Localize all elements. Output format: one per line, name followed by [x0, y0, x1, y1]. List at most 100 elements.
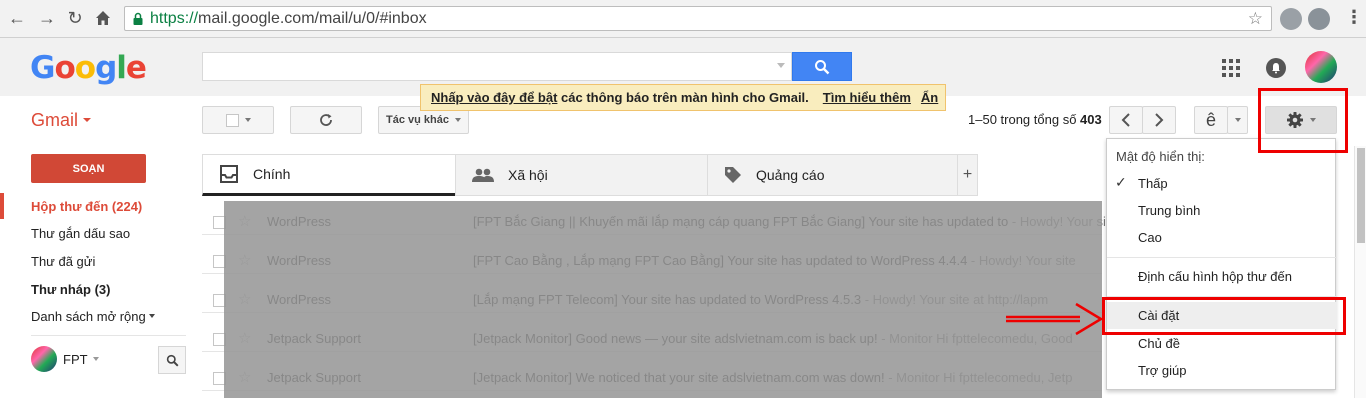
- sidebar-item-inbox[interactable]: Hộp thư đến (224): [0, 193, 190, 219]
- google-logo[interactable]: Google: [30, 50, 147, 86]
- hangouts-account[interactable]: FPT: [31, 346, 99, 372]
- desktop-notification-banner: Nhấp vào đây để bật các thông báo trên m…: [420, 84, 946, 111]
- account-avatar[interactable]: [1305, 51, 1337, 83]
- menu-item-label: Chủ đề: [1138, 336, 1180, 351]
- tab-label: Chính: [253, 166, 291, 182]
- menu-item-label: Cao: [1138, 230, 1162, 245]
- dismiss-link[interactable]: Ẩn: [921, 90, 938, 105]
- sidebar-item-sent[interactable]: Thư đã gửi: [0, 248, 190, 274]
- search-input[interactable]: [202, 52, 792, 81]
- inbox-icon: [219, 165, 239, 183]
- browser-menu-icon[interactable]: ⋮: [1345, 7, 1363, 28]
- older-button[interactable]: [1142, 106, 1176, 134]
- extension-icon[interactable]: [1280, 8, 1302, 30]
- tag-icon: [724, 166, 742, 184]
- help-item[interactable]: Trợ giúp: [1107, 357, 1337, 384]
- tab-promotions[interactable]: Quảng cáo: [707, 154, 958, 196]
- search-icon: [815, 59, 830, 74]
- sidebar-item-drafts[interactable]: Thư nháp (3): [0, 276, 190, 302]
- logo-letter: o: [74, 50, 96, 86]
- refresh-button[interactable]: [290, 106, 362, 134]
- browser-toolbar: ← → ↻ https://mail.google.com/mail/u/0/#…: [0, 0, 1366, 38]
- gear-highlight-box: [1258, 88, 1348, 153]
- chevron-down-icon: [83, 118, 92, 122]
- tab-label: Quảng cáo: [756, 167, 825, 183]
- home-icon[interactable]: [92, 7, 114, 29]
- notifications-bell-icon[interactable]: [1266, 58, 1286, 78]
- redacted-overlay: [224, 201, 1102, 398]
- sidebar-item-starred[interactable]: Thư gắn dấu sao: [0, 220, 190, 246]
- logo-letter: o: [54, 50, 75, 86]
- pagination-count: 1–50 trong tổng số 403: [968, 112, 1102, 127]
- input-tools-button[interactable]: ê: [1194, 106, 1228, 134]
- chevron-down-icon: [148, 314, 155, 318]
- address-bar[interactable]: https://mail.google.com/mail/u/0/#inbox …: [124, 6, 1272, 31]
- back-icon[interactable]: ←: [6, 7, 28, 29]
- hangouts-search-button[interactable]: [158, 346, 186, 374]
- select-checkbox[interactable]: [225, 113, 239, 127]
- search-button[interactable]: [792, 52, 852, 81]
- menu-item-label: Thấp: [1138, 176, 1168, 191]
- chevron-down-icon: [1234, 118, 1241, 122]
- sidebar-item-label: Thư đã gửi: [31, 253, 96, 269]
- density-comfortable[interactable]: Cao: [1107, 224, 1337, 251]
- count-range: 1–50 trong tổng số: [968, 112, 1081, 127]
- people-icon: [472, 168, 494, 182]
- input-tools-dropdown[interactable]: [1227, 106, 1248, 134]
- enable-notifications-link[interactable]: Nhấp vào đây để bật: [431, 90, 557, 105]
- sidebar-item-label: Hộp thư đến (224): [31, 198, 143, 214]
- compose-label: SOẠN: [72, 162, 105, 175]
- menu-item-label: Trung bình: [1138, 203, 1201, 218]
- inbox-tabs: Chính Xã hội Quảng cáo: [202, 154, 978, 196]
- count-total: 403: [1080, 112, 1102, 127]
- chevron-left-icon: [1121, 113, 1130, 127]
- forward-icon[interactable]: →: [36, 7, 58, 29]
- apps-grid-icon[interactable]: [1222, 59, 1240, 77]
- extension-globe-icon[interactable]: [1308, 8, 1330, 30]
- chevron-down-icon: [454, 118, 461, 122]
- scrollbar-thumb[interactable]: [1357, 148, 1365, 243]
- checkmark-icon: ✓: [1115, 174, 1127, 190]
- tab-label: Xã hội: [508, 167, 548, 183]
- sidebar-item-more[interactable]: Danh sách mở rộng: [0, 303, 190, 329]
- menu-item-label: Định cấu hình hộp thư đến: [1138, 269, 1292, 284]
- notification-text: các thông báo trên màn hình cho Gmail.: [557, 90, 809, 105]
- gmail-label: Gmail: [31, 110, 79, 130]
- settings-menu: Mật độ hiển thị: ✓ Thấp Trung bình Cao Đị…: [1106, 138, 1337, 390]
- menu-item-label: Trợ giúp: [1138, 363, 1187, 378]
- hangouts-avatar: [31, 346, 57, 372]
- scrollbar[interactable]: [1354, 146, 1366, 398]
- tab-primary[interactable]: Chính: [202, 154, 456, 196]
- url-scheme: https://: [150, 9, 199, 27]
- arrow-icon: [1006, 302, 1104, 336]
- menu-divider: [1107, 257, 1337, 258]
- density-compact[interactable]: ✓ Thấp: [1107, 170, 1337, 197]
- settings-highlight-box: [1102, 297, 1346, 335]
- logo-letter: g: [95, 50, 117, 86]
- newer-button[interactable]: [1109, 106, 1143, 134]
- input-tool-label: ê: [1205, 109, 1216, 130]
- learn-more-link[interactable]: Tìm hiểu thêm: [823, 90, 911, 105]
- more-actions-label: Tác vụ khác: [386, 114, 449, 126]
- search-options-caret-icon[interactable]: [777, 63, 785, 68]
- density-cozy[interactable]: Trung bình: [1107, 197, 1337, 224]
- add-tab-button[interactable]: +: [957, 154, 978, 196]
- logo-letter: l: [116, 50, 127, 86]
- refresh-icon: [320, 114, 332, 126]
- gmail-app-switcher[interactable]: Gmail: [31, 110, 92, 131]
- tab-social[interactable]: Xã hội: [455, 154, 708, 196]
- lock-icon: [133, 12, 143, 25]
- configure-inbox-item[interactable]: Định cấu hình hộp thư đến: [1107, 263, 1337, 290]
- sidebar-item-label: Thư gắn dấu sao: [31, 225, 131, 241]
- logo-letter: G: [30, 50, 55, 86]
- sidebar-divider: [31, 335, 186, 336]
- chevron-down-icon: [244, 118, 251, 122]
- chevron-right-icon: [1155, 113, 1164, 127]
- compose-button[interactable]: SOẠN: [31, 154, 146, 183]
- chevron-down-icon: [92, 357, 99, 361]
- select-all-button[interactable]: [202, 106, 274, 134]
- bookmark-star-icon[interactable]: ☆: [1248, 9, 1263, 29]
- sidebar-item-label: Danh sách mở rộng: [31, 308, 146, 324]
- reload-icon[interactable]: ↻: [64, 7, 86, 29]
- logo-letter: e: [125, 50, 147, 86]
